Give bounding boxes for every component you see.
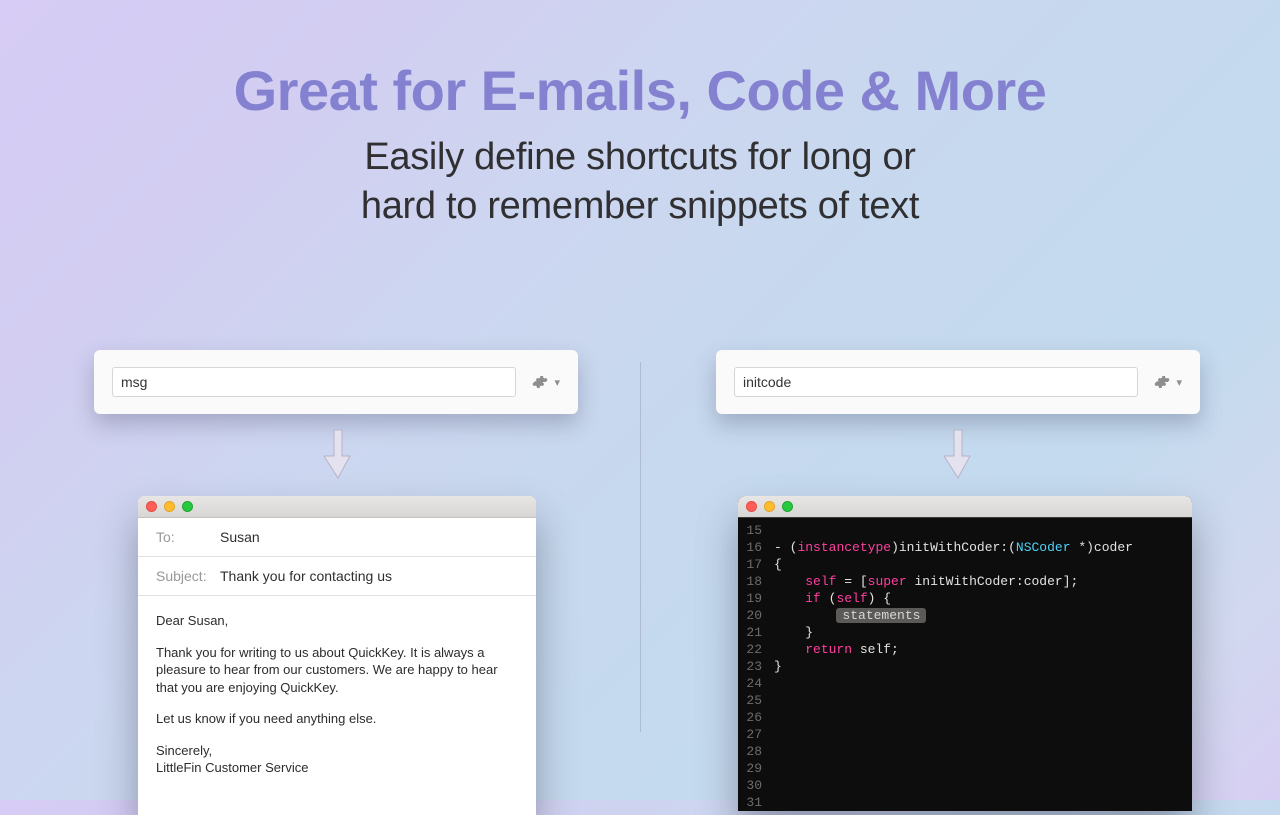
code-token: self; xyxy=(852,642,899,657)
email-signoff: Sincerely, LittleFin Customer Service xyxy=(156,742,518,777)
page-title: Great for E-mails, Code & More xyxy=(0,0,1280,123)
zoom-icon[interactable] xyxy=(182,501,193,512)
arrow-down-icon xyxy=(944,428,972,480)
email-to-row: To: Susan xyxy=(138,518,536,557)
zoom-icon[interactable] xyxy=(782,501,793,512)
gear-icon[interactable] xyxy=(1152,372,1172,392)
code-placeholder[interactable]: statements xyxy=(836,608,926,623)
code-token: self xyxy=(836,591,867,606)
code-token: } xyxy=(805,625,813,640)
minimize-icon[interactable] xyxy=(764,501,775,512)
email-window: To: Susan Subject: Thank you for contact… xyxy=(138,496,536,815)
code-token: ) xyxy=(891,540,899,555)
command-input-right[interactable] xyxy=(734,367,1138,397)
email-to-label: To: xyxy=(156,529,220,545)
code-token: ( xyxy=(821,591,837,606)
code-token: super xyxy=(868,574,907,589)
code-token: instancetype xyxy=(797,540,891,555)
code-area: 15 16 17 18 19 20 21 22 23 24 25 26 27 2… xyxy=(738,518,1192,811)
minimize-icon[interactable] xyxy=(164,501,175,512)
code-token: { xyxy=(774,557,782,572)
code-token: self xyxy=(805,574,836,589)
email-subject-value: Thank you for contacting us xyxy=(220,568,392,584)
code-token: return xyxy=(805,642,852,657)
email-subject-row: Subject: Thank you for contacting us xyxy=(138,557,536,596)
email-to-value: Susan xyxy=(220,529,260,545)
code-token: - xyxy=(774,540,782,555)
subtitle-line-1: Easily define shortcuts for long or xyxy=(364,136,915,178)
code-token: if xyxy=(805,591,821,606)
code-token: } xyxy=(774,659,782,674)
email-subject-label: Subject: xyxy=(156,568,220,584)
arrow-down-icon xyxy=(324,428,352,480)
code-token: initWithCoder: xyxy=(899,540,1008,555)
window-titlebar xyxy=(138,496,536,518)
close-icon[interactable] xyxy=(746,501,757,512)
code-editor-window: 15 16 17 18 19 20 21 22 23 24 25 26 27 2… xyxy=(738,496,1192,811)
code-token: ( xyxy=(1008,540,1016,555)
window-titlebar xyxy=(738,496,1192,518)
code-token: ) { xyxy=(868,591,891,606)
command-bar-right: ▾ xyxy=(716,350,1200,414)
email-paragraph-1: Thank you for writing to us about QuickK… xyxy=(156,644,518,697)
command-bar-left: ▾ xyxy=(94,350,578,414)
email-body: Dear Susan, Thank you for writing to us … xyxy=(138,596,536,815)
command-input-left[interactable] xyxy=(112,367,516,397)
email-paragraph-2: Let us know if you need anything else. xyxy=(156,710,518,728)
email-signoff-line2: LittleFin Customer Service xyxy=(156,760,308,775)
page-subtitle: Easily define shortcuts for long or hard… xyxy=(0,133,1280,230)
code-token: *)coder xyxy=(1071,540,1133,555)
email-greeting: Dear Susan, xyxy=(156,612,518,630)
vertical-divider xyxy=(640,362,641,732)
code-token: initWithCoder:coder]; xyxy=(907,574,1079,589)
gear-icon[interactable] xyxy=(530,372,550,392)
chevron-down-icon[interactable]: ▾ xyxy=(1176,376,1182,389)
code-body: - (instancetype)initWithCoder:(NSCoder *… xyxy=(768,518,1133,811)
chevron-down-icon[interactable]: ▾ xyxy=(554,376,560,389)
code-token: NSCoder xyxy=(1016,540,1071,555)
line-number-gutter: 15 16 17 18 19 20 21 22 23 24 25 26 27 2… xyxy=(738,518,768,811)
close-icon[interactable] xyxy=(146,501,157,512)
email-signoff-line1: Sincerely, xyxy=(156,743,212,758)
code-token: = [ xyxy=(836,574,867,589)
subtitle-line-2: hard to remember snippets of text xyxy=(361,185,919,227)
